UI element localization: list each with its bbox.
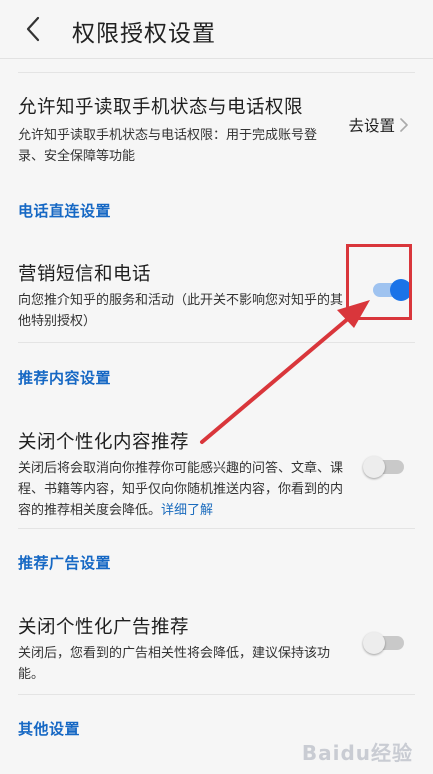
chevron-left-icon [26, 16, 40, 42]
annotation-highlight-box [346, 244, 412, 320]
personalized-ads-row: 关闭个性化广告推荐 关闭后，您看到的广告相关性将会降低，建议保持该功能。 [18, 613, 353, 685]
go-settings-label: 去设置 [348, 117, 395, 135]
page-title: 权限授权设置 [72, 21, 216, 47]
watermark-logo: Baidu经验 [301, 741, 413, 765]
marketing-title: 营销短信和电话 [18, 264, 152, 285]
go-settings-button[interactable]: 去设置 [348, 114, 409, 136]
personalized-ads-title: 关闭个性化广告推荐 [18, 617, 190, 638]
toggle-knob [363, 456, 385, 478]
chevron-right-icon [400, 118, 408, 132]
section-title-other: 其他设置 [18, 720, 81, 738]
phone-permission-row[interactable]: 允许知乎读取手机状态与电话权限 允许知乎读取手机状态与电话权限：用于完成账号登录… [18, 93, 318, 167]
section-title-recommend-ads: 推荐广告设置 [18, 554, 112, 572]
personalized-ads-desc: 关闭后，您看到的广告相关性将会降低，建议保持该功能。 [18, 646, 331, 682]
marketing-desc: 向您推介知乎的服务和活动（此开关不影响您对知乎的其他特别授权） [18, 293, 344, 329]
marketing-row: 营销短信和电话 向您推介知乎的服务和活动（此开关不影响您对知乎的其他特别授权） [18, 260, 348, 332]
personalized-content-toggle[interactable] [363, 454, 407, 480]
phone-permission-title: 允许知乎读取手机状态与电话权限 [18, 97, 304, 118]
personalized-content-row: 关闭个性化内容推荐 关闭后将会取消向你推荐你可能感兴趣的问答、文章、课程、书籍等… [18, 428, 353, 521]
back-button[interactable] [16, 12, 50, 46]
toggle-knob [363, 632, 385, 654]
app-header: 权限授权设置 [0, 0, 433, 59]
section-title-recommend-content: 推荐内容设置 [18, 369, 112, 387]
divider [18, 694, 415, 695]
personalized-ads-toggle[interactable] [363, 630, 407, 656]
phone-permission-desc: 允许知乎读取手机状态与电话权限：用于完成账号登录、安全保障等功能 [18, 128, 318, 164]
divider [18, 72, 415, 73]
section-title-phone-direct: 电话直连设置 [18, 202, 112, 220]
divider [18, 528, 415, 529]
personalized-content-title: 关闭个性化内容推荐 [18, 432, 190, 453]
divider [18, 342, 415, 343]
learn-more-link[interactable]: 详细了解 [161, 503, 213, 518]
personalized-content-desc-wrap: 关闭后将会取消向你推荐你可能感兴趣的问答、文章、课程、书籍等内容，知乎仅向你随机… [18, 458, 353, 521]
